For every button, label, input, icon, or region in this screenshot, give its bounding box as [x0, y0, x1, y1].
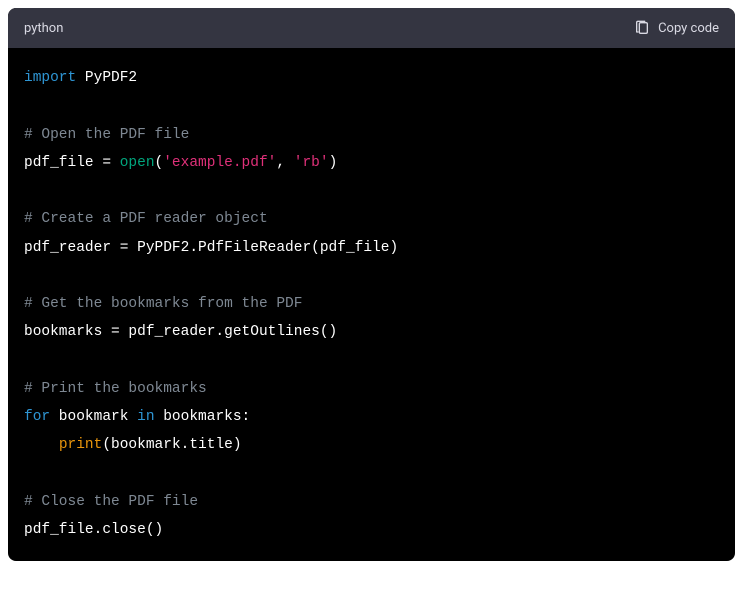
code-body[interactable]: import PyPDF2 # Open the PDF file pdf_fi…: [8, 48, 735, 561]
code-token: # Open the PDF file: [24, 127, 189, 143]
code-token: print: [59, 437, 103, 453]
code-token: bookmarks = pdf_reader.getOutlines(): [24, 324, 337, 340]
code-token: # Print the bookmarks: [24, 381, 207, 397]
code-token: # Create a PDF reader object: [24, 211, 268, 227]
code-token: pdf_file.close(): [24, 522, 163, 538]
code-token: # Get the bookmarks from the PDF: [24, 296, 302, 312]
code-token: # Close the PDF file: [24, 494, 198, 510]
code-token: for: [24, 409, 50, 425]
code-token: PyPDF2: [76, 70, 137, 86]
code-token: ,: [276, 155, 293, 171]
code-token: (bookmark.title): [102, 437, 241, 453]
code-token: open: [120, 155, 155, 171]
code-token: pdf_reader = PyPDF2.PdfFileReader(pdf_fi…: [24, 240, 398, 256]
code-token: 'rb': [294, 155, 329, 171]
clipboard-icon: [634, 20, 650, 36]
code-header: python Copy code: [8, 8, 735, 48]
copy-code-label: Copy code: [658, 21, 719, 36]
code-token: in: [137, 409, 154, 425]
code-token: 'example.pdf': [163, 155, 276, 171]
code-block: python Copy code import PyPDF2 # Open th…: [8, 8, 735, 561]
code-token: bookmark: [50, 409, 137, 425]
copy-code-button[interactable]: Copy code: [634, 20, 719, 36]
language-label: python: [24, 21, 63, 36]
code-token: bookmarks:: [155, 409, 251, 425]
code-token: ): [329, 155, 338, 171]
code-token: import: [24, 70, 76, 86]
code-token: (: [155, 155, 164, 171]
code-token: [24, 437, 59, 453]
code-token: pdf_file =: [24, 155, 120, 171]
